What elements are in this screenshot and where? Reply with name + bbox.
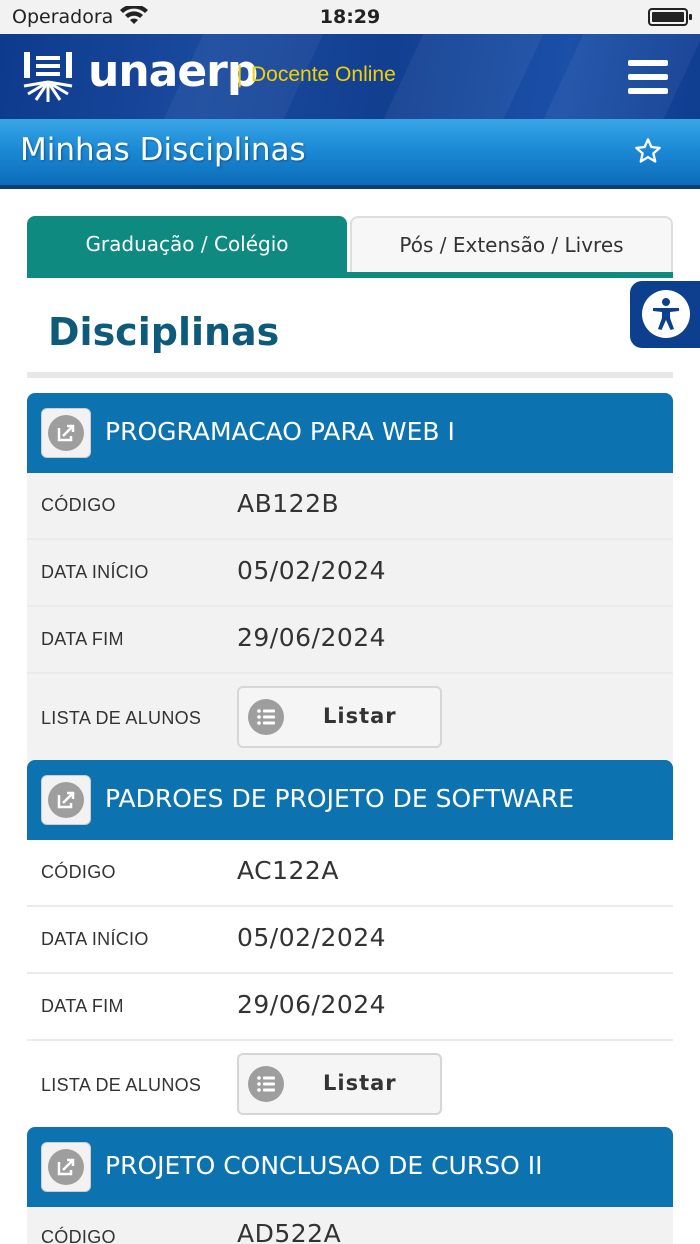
- battery-icon: [648, 8, 692, 26]
- accessibility-button[interactable]: [630, 281, 700, 348]
- disciplina-header[interactable]: PADROES DE PROJETO DE SOFTWARE: [27, 760, 673, 840]
- listar-label: Listar: [323, 1071, 397, 1095]
- tab-bar: Graduação / Colégio Pós / Extensão / Liv…: [27, 216, 673, 278]
- value-data-inicio: 05/02/2024: [237, 556, 387, 585]
- disciplina-name: PROJETO CONCLUSAO DE CURSO II: [105, 1151, 543, 1180]
- open-external-icon[interactable]: [41, 408, 91, 458]
- open-external-icon[interactable]: [41, 1142, 91, 1192]
- row-lista-alunos: LISTA DE ALUNOS Listar: [27, 1041, 673, 1129]
- value-data-fim: 29/06/2024: [237, 623, 387, 652]
- row-data-inicio: DATA INÍCIO 05/02/2024: [27, 540, 673, 607]
- row-codigo: CÓDIGO AC122A: [27, 840, 673, 907]
- section-heading: Disciplinas: [48, 310, 280, 354]
- value-codigo: AD522A: [237, 1219, 342, 1244]
- value-data-fim: 29/06/2024: [237, 990, 387, 1019]
- row-data-inicio: DATA INÍCIO 05/02/2024: [27, 907, 673, 974]
- accessibility-icon: [653, 298, 679, 330]
- app-header: unaerp | Docente Online: [0, 34, 700, 119]
- label-data-inicio: DATA INÍCIO: [41, 562, 149, 582]
- disciplina-header[interactable]: PROGRAMACAO PARA WEB I: [27, 393, 673, 473]
- row-codigo: CÓDIGO AD522A: [27, 1207, 673, 1244]
- disciplina-card: PROGRAMACAO PARA WEB I CÓDIGO AB122B DAT…: [27, 393, 673, 762]
- disciplina-name: PADROES DE PROJETO DE SOFTWARE: [105, 784, 575, 813]
- disciplina-name: PROGRAMACAO PARA WEB I: [105, 417, 455, 446]
- section-divider: [27, 372, 673, 378]
- label-data-fim: DATA FIM: [41, 996, 124, 1016]
- hamburger-menu-icon[interactable]: [628, 60, 668, 94]
- tab-pos-extensao[interactable]: Pós / Extensão / Livres: [350, 216, 673, 272]
- value-data-inicio: 05/02/2024: [237, 923, 387, 952]
- label-data-inicio: DATA INÍCIO: [41, 929, 149, 949]
- listar-button[interactable]: Listar: [237, 686, 442, 748]
- star-icon[interactable]: [634, 137, 662, 165]
- status-bar: Operadora 18:29: [0, 0, 700, 34]
- unaerp-logo-icon: [23, 52, 73, 102]
- row-lista-alunos: LISTA DE ALUNOS Listar: [27, 674, 673, 762]
- title-bar: Minhas Disciplinas: [0, 119, 700, 189]
- list-icon: [248, 1066, 284, 1102]
- value-codigo: AB122B: [237, 489, 340, 518]
- app-subtitle: Docente Online: [251, 63, 396, 86]
- tab-graduacao[interactable]: Graduação / Colégio: [27, 216, 347, 272]
- clock: 18:29: [319, 6, 381, 28]
- value-codigo: AC122A: [237, 856, 339, 885]
- label-data-fim: DATA FIM: [41, 629, 124, 649]
- label-lista-alunos: LISTA DE ALUNOS: [41, 708, 202, 728]
- label-codigo: CÓDIGO: [41, 495, 116, 515]
- row-data-fim: DATA FIM 29/06/2024: [27, 974, 673, 1041]
- page-title: Minhas Disciplinas: [20, 132, 306, 168]
- disciplina-card: PROJETO CONCLUSAO DE CURSO II CÓDIGO AD5…: [27, 1127, 673, 1244]
- disciplina-header[interactable]: PROJETO CONCLUSAO DE CURSO II: [27, 1127, 673, 1207]
- list-icon: [248, 699, 284, 735]
- tab-underline: [27, 272, 673, 278]
- label-lista-alunos: LISTA DE ALUNOS: [41, 1075, 202, 1095]
- label-codigo: CÓDIGO: [41, 862, 116, 882]
- row-codigo: CÓDIGO AB122B: [27, 473, 673, 540]
- brand-separator: |: [236, 63, 244, 88]
- listar-label: Listar: [323, 704, 397, 728]
- row-data-fim: DATA FIM 29/06/2024: [27, 607, 673, 674]
- disciplina-card: PADROES DE PROJETO DE SOFTWARE CÓDIGO AC…: [27, 760, 673, 1129]
- listar-button[interactable]: Listar: [237, 1053, 442, 1115]
- open-external-icon[interactable]: [41, 775, 91, 825]
- label-codigo: CÓDIGO: [41, 1227, 116, 1244]
- brand-name: unaerp: [88, 46, 258, 97]
